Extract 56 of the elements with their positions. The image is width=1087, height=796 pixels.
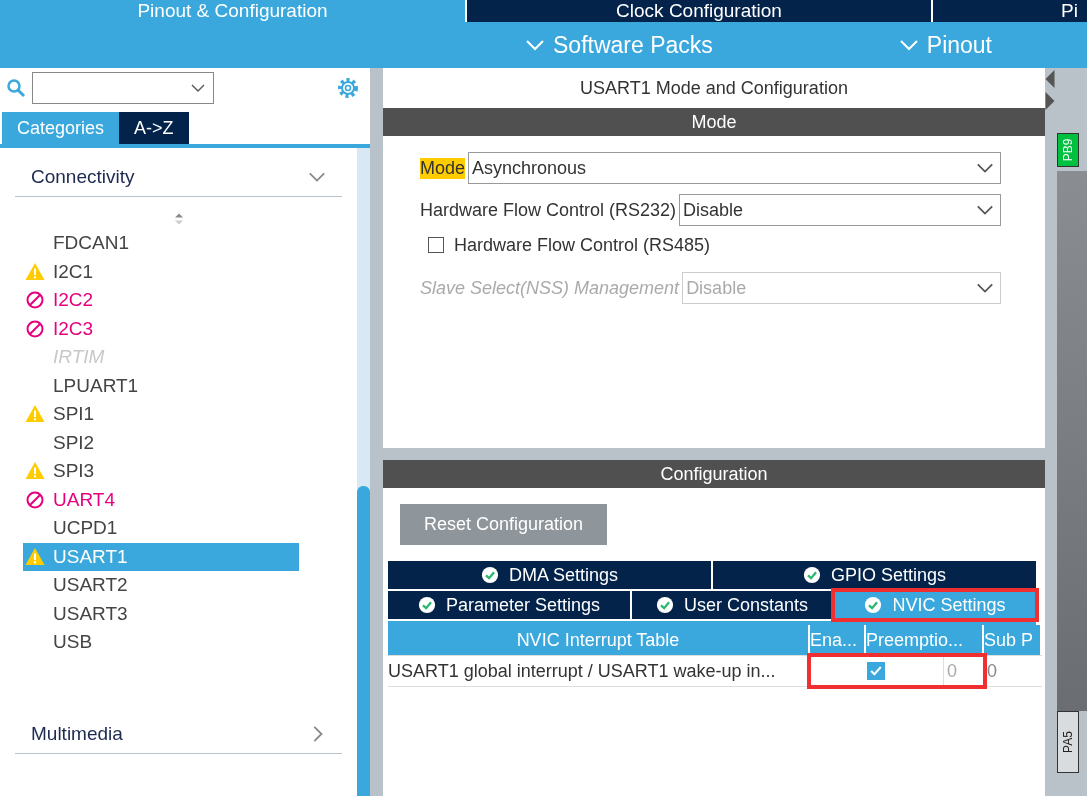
table-cell: 0 bbox=[984, 656, 1042, 686]
category-item[interactable]: SPI3 bbox=[23, 457, 299, 486]
checkbox[interactable] bbox=[867, 662, 886, 680]
table-cell: 0 bbox=[944, 656, 984, 686]
category-item[interactable]: USB bbox=[23, 628, 299, 657]
category-header[interactable]: Connectivity bbox=[15, 158, 342, 197]
field-label: Mode bbox=[420, 157, 466, 179]
caret-icon[interactable] bbox=[191, 84, 205, 92]
check-circle-icon bbox=[417, 596, 436, 614]
category-item[interactable]: UART4 bbox=[23, 485, 299, 514]
category-item[interactable]: LPUART1 bbox=[23, 371, 299, 400]
expand-arrow-icon[interactable] bbox=[1045, 92, 1055, 110]
blocked-icon bbox=[25, 318, 45, 339]
category-header[interactable]: Multimedia bbox=[15, 714, 342, 754]
warning-icon bbox=[25, 404, 45, 425]
dropdown[interactable]: Disable bbox=[679, 194, 1001, 226]
field-label: Hardware Flow Control (RS232) bbox=[420, 199, 677, 221]
section-header: Mode bbox=[383, 108, 1045, 136]
checkbox-label: Hardware Flow Control (RS485) bbox=[454, 234, 711, 256]
category-item[interactable]: USART2 bbox=[23, 571, 299, 600]
check-circle-icon bbox=[864, 596, 883, 614]
category-item[interactable]: I2C2 bbox=[23, 286, 299, 315]
search-field[interactable] bbox=[32, 72, 214, 104]
warning-icon bbox=[25, 546, 45, 567]
checkbox[interactable] bbox=[428, 237, 444, 253]
settings-tab[interactable]: Parameter Settings bbox=[388, 591, 630, 619]
sidebar-tab[interactable]: A->Z bbox=[119, 112, 189, 144]
warning-icon bbox=[25, 261, 45, 282]
warning-icon bbox=[25, 461, 45, 482]
settings-tab[interactable]: GPIO Settings bbox=[713, 561, 1036, 589]
category-item[interactable]: I2C1 bbox=[23, 257, 299, 286]
top-tab[interactable]: Clock Configuration bbox=[465, 0, 931, 22]
panel-title: USART1 Mode and Configuration bbox=[579, 77, 849, 100]
blocked-icon bbox=[25, 489, 45, 510]
category-item[interactable]: SPI1 bbox=[23, 400, 299, 429]
chip-pin[interactable]: PA5 bbox=[1057, 711, 1079, 773]
dropdown[interactable]: Asynchronous bbox=[468, 152, 1001, 184]
check-circle-icon bbox=[480, 566, 499, 584]
settings-tab[interactable]: DMA Settings bbox=[388, 561, 711, 589]
category-item[interactable]: I2C3 bbox=[23, 314, 299, 343]
settings-icon[interactable] bbox=[336, 76, 360, 100]
category-item[interactable]: UCPD1 bbox=[23, 514, 299, 543]
section-header: Configuration bbox=[383, 460, 1045, 488]
category-item[interactable]: SPI2 bbox=[23, 428, 299, 457]
collapse-arrow-icon[interactable] bbox=[1045, 70, 1055, 88]
category-item[interactable]: FDCAN1 bbox=[23, 229, 299, 258]
check-circle-icon bbox=[802, 566, 821, 584]
category-item[interactable]: USART3 bbox=[23, 599, 299, 628]
table-cell: USART1 global interrupt / USART1 wake-up in... bbox=[388, 656, 810, 686]
check-circle-icon bbox=[655, 596, 674, 614]
blocked-icon bbox=[25, 290, 45, 311]
settings-tab[interactable]: User Constants bbox=[632, 591, 832, 619]
search-icon[interactable] bbox=[6, 78, 26, 98]
top-tab[interactable]: Pi bbox=[931, 0, 1087, 22]
field-label: Slave Select(NSS) Management bbox=[420, 277, 680, 299]
scrollbar[interactable] bbox=[357, 148, 370, 796]
